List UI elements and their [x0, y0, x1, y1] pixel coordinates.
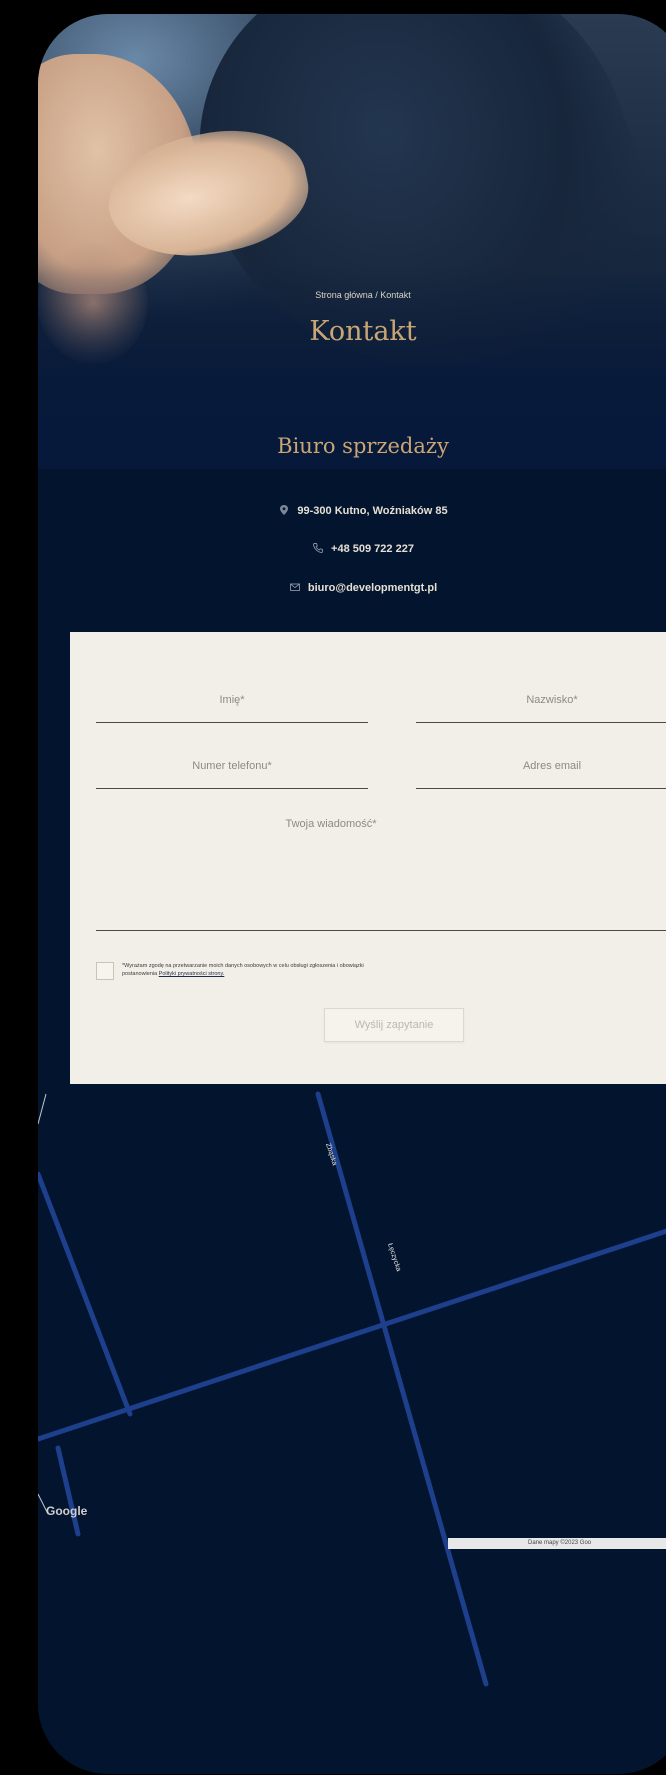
privacy-policy-link[interactable]: Polityki prywatności strony. — [159, 971, 225, 977]
contact-phone[interactable]: +48 509 722 227 — [38, 542, 666, 555]
sales-office-heading: Biuro sprzedaży — [277, 434, 449, 458]
location-pin-icon — [280, 505, 289, 515]
phone-screen: Strona główna / Kontakt Kontakt Biuro sp… — [38, 14, 666, 1774]
consent-checkbox[interactable] — [96, 962, 114, 980]
email-field[interactable]: Adres email — [416, 748, 666, 789]
phone-field[interactable]: Numer telefonu* — [96, 748, 368, 789]
consent-text: *Wyrażam zgodę na przetwarzanie moich da… — [122, 962, 666, 978]
page-title: Kontakt — [309, 316, 417, 347]
phone-placeholder: Numer telefonu* — [192, 760, 272, 772]
breadcrumb[interactable]: Strona główna / Kontakt — [38, 290, 666, 300]
phone-icon — [313, 543, 323, 553]
road-edge-stub — [38, 1093, 47, 1125]
message-field[interactable]: Twoja wiadomość* — [96, 810, 666, 931]
road-west — [38, 1171, 133, 1417]
street-label-leczycka: Łęczycka — [386, 1242, 402, 1272]
map-roads: Zbąska Łęczycka — [38, 1091, 666, 1687]
contact-phone-text: +48 509 722 227 — [331, 543, 414, 555]
first-name-placeholder: Imię* — [219, 694, 245, 706]
map-attribution[interactable]: Dane mapy ©2023 Goo — [448, 1538, 666, 1549]
road-leczycka — [315, 1091, 489, 1687]
map[interactable]: Zbąska Łęczycka — [38, 1084, 666, 1774]
last-name-field[interactable]: Nazwisko* — [416, 682, 666, 723]
contact-address: 99-300 Kutno, Woźniaków 85 — [38, 504, 666, 517]
google-logo: Google — [46, 1504, 88, 1518]
hero-banner: Strona główna / Kontakt Kontakt — [38, 14, 666, 469]
contact-address-text: 99-300 Kutno, Woźniaków 85 — [297, 505, 448, 517]
contact-form: Imię* Nazwisko* Numer telefonu* Adres em… — [70, 632, 666, 1084]
submit-inquiry-button[interactable]: Wyślij zapytanie — [324, 1008, 464, 1042]
message-placeholder: Twoja wiadomość* — [285, 818, 377, 830]
consent-line-2: postanowienia Polityki prywatności stron… — [122, 970, 666, 978]
road-southwest — [55, 1445, 81, 1537]
email-placeholder: Adres email — [522, 760, 582, 772]
contact-email-text: biuro@developmentgt.pl — [307, 582, 438, 594]
road-main — [38, 1228, 666, 1442]
consent-line-2-prefix: postanowienia — [122, 971, 159, 977]
consent-line-1: *Wyrażam zgodę na przetwarzanie moich da… — [122, 963, 364, 969]
first-name-field[interactable]: Imię* — [96, 682, 368, 723]
envelope-icon — [289, 583, 300, 591]
last-name-placeholder: Nazwisko* — [526, 694, 578, 706]
contact-email[interactable]: biuro@developmentgt.pl — [38, 581, 666, 594]
